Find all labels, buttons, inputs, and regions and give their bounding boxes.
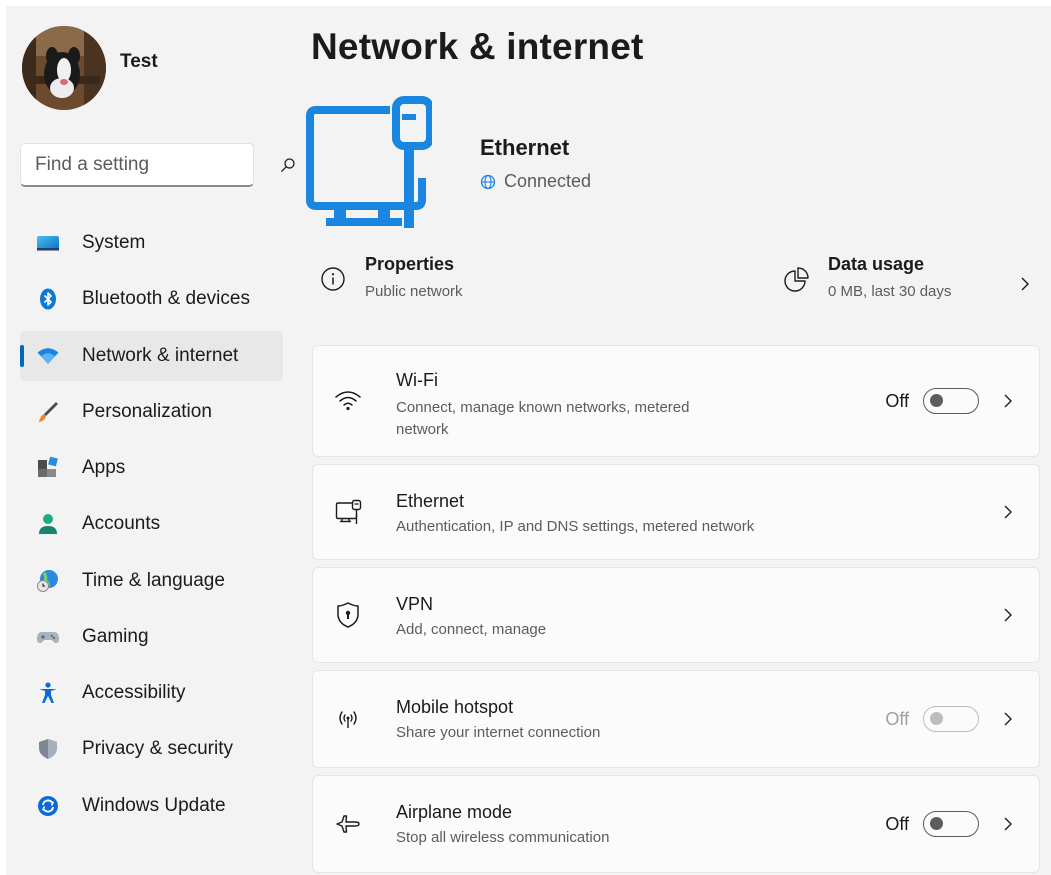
connection-status: Connected	[480, 171, 591, 192]
ethernet-hero: Ethernet Connected	[306, 94, 591, 233]
sidebar-item-personalization[interactable]: Personalization	[20, 387, 283, 437]
data-usage-title: Data usage	[828, 254, 925, 274]
sidebar-item-label: Bluetooth & devices	[82, 288, 250, 310]
wifi-title: Wi-Fi	[396, 370, 438, 390]
sidebar-item-label: System	[82, 232, 146, 253]
vpn-card[interactable]: VPN Add, connect, manage	[312, 567, 1040, 663]
sidebar-item-label: Personalization	[82, 400, 212, 422]
sidebar-item-label: Gaming	[82, 625, 149, 647]
airplane-toggle-group: Off	[885, 811, 979, 837]
ethernet-monitor-icon	[306, 94, 434, 233]
bluetooth-icon	[36, 287, 60, 311]
gamepad-icon	[36, 625, 60, 649]
toggle-knob	[930, 394, 943, 407]
sidebar-item-network[interactable]: Network & internet	[20, 330, 283, 381]
user-profile[interactable]: Test	[22, 26, 158, 110]
apps-icon	[36, 456, 60, 480]
update-icon	[36, 794, 60, 818]
sidebar-item-accounts[interactable]: Accounts	[20, 499, 283, 549]
sidebar-item-label: Windows Update	[82, 794, 226, 816]
chevron-right-icon[interactable]	[1001, 502, 1015, 522]
settings-window: Test System Bluetooth & devices Network …	[6, 6, 1051, 875]
info-icon	[318, 264, 348, 294]
hotspot-toggle[interactable]	[923, 706, 979, 732]
airplane-title: Airplane mode	[396, 802, 513, 822]
accessibility-icon	[36, 681, 60, 705]
hotspot-toggle-group: Off	[885, 706, 979, 732]
chevron-right-icon[interactable]	[1018, 274, 1032, 294]
airplane-toggle[interactable]	[923, 811, 979, 837]
wifi-toggle-group: Off	[885, 388, 979, 414]
sidebar-item-label: Network & internet	[82, 344, 239, 366]
sidebar-item-apps[interactable]: Apps	[20, 443, 283, 493]
chevron-right-icon[interactable]	[1001, 709, 1015, 729]
profile-name: Test	[120, 51, 158, 72]
person-icon	[36, 512, 60, 536]
hotspot-subtitle: Share your internet connection	[396, 724, 601, 741]
search-input[interactable]	[35, 153, 280, 176]
sidebar-item-system[interactable]: System	[20, 218, 283, 268]
page-title: Network & internet	[311, 26, 644, 67]
wifi-icon	[333, 386, 363, 416]
hotspot-title: Mobile hotspot	[396, 697, 514, 717]
airplane-mode-card[interactable]: Airplane mode Stop all wireless communic…	[312, 775, 1040, 873]
globe-clock-icon	[36, 569, 60, 593]
monitor-icon	[36, 231, 60, 255]
chevron-right-icon[interactable]	[1001, 605, 1015, 625]
sidebar-item-accessibility[interactable]: Accessibility	[20, 668, 283, 718]
data-usage-link[interactable]: Data usage 0 MB, last 30 days	[782, 252, 951, 300]
sidebar-item-label: Privacy & security	[82, 738, 233, 760]
shield-icon	[36, 737, 60, 761]
sidebar-item-label: Time & language	[82, 569, 225, 591]
airplane-toggle-label: Off	[885, 813, 909, 834]
sidebar-item-privacy[interactable]: Privacy & security	[20, 724, 283, 774]
airplane-icon	[333, 809, 363, 839]
wifi-subtitle: Connect, manage known networks, metered …	[396, 397, 690, 441]
pie-chart-icon	[782, 264, 812, 294]
properties-link[interactable]: Properties Public network	[318, 252, 463, 300]
data-usage-subtitle: 0 MB, last 30 days	[828, 283, 952, 300]
search-icon[interactable]	[280, 156, 296, 174]
avatar	[22, 26, 106, 110]
sidebar-item-label: Apps	[82, 457, 126, 478]
brush-icon	[36, 400, 60, 424]
chevron-right-icon[interactable]	[1001, 391, 1015, 411]
sidebar-item-gaming[interactable]: Gaming	[20, 612, 283, 662]
wifi-card[interactable]: Wi-Fi Connect, manage known networks, me…	[312, 345, 1040, 457]
properties-subtitle: Public network	[365, 283, 463, 300]
wifi-subtitle-line1: Connect, manage known networks, metered	[396, 399, 690, 416]
toggle-knob	[930, 817, 943, 830]
wifi-subtitle-line2: network	[396, 421, 449, 438]
ethernet-icon	[333, 497, 363, 527]
hotspot-toggle-label: Off	[885, 708, 909, 729]
mobile-hotspot-card[interactable]: Mobile hotspot Share your internet conne…	[312, 670, 1040, 768]
hero-title: Ethernet	[480, 135, 570, 160]
airplane-subtitle: Stop all wireless communication	[396, 829, 610, 846]
chevron-right-icon[interactable]	[1001, 814, 1015, 834]
globe-icon	[480, 174, 496, 190]
summary-row: Properties Public network Data usage 0 M…	[318, 252, 1038, 316]
wifi-toggle-label: Off	[885, 390, 909, 411]
vpn-subtitle: Add, connect, manage	[396, 621, 547, 638]
connection-status-text: Connected	[504, 171, 592, 191]
sidebar-item-time-language[interactable]: Time & language	[20, 556, 283, 606]
vpn-title: VPN	[396, 594, 434, 614]
sidebar-item-bluetooth[interactable]: Bluetooth & devices	[20, 274, 283, 324]
toggle-knob	[930, 712, 943, 725]
hotspot-icon	[333, 704, 363, 734]
sidebar-nav: System Bluetooth & devices Network & int…	[20, 218, 283, 837]
wifi-icon	[36, 344, 60, 368]
ethernet-subtitle: Authentication, IP and DNS settings, met…	[396, 518, 755, 535]
sidebar-item-label: Accessibility	[82, 682, 186, 703]
sidebar-item-label: Accounts	[82, 513, 161, 535]
properties-title: Properties	[365, 254, 455, 274]
wifi-toggle[interactable]	[923, 388, 979, 414]
vpn-shield-icon	[333, 600, 363, 630]
ethernet-card[interactable]: Ethernet Authentication, IP and DNS sett…	[312, 464, 1040, 560]
sidebar-item-windows-update[interactable]: Windows Update	[20, 781, 283, 831]
search-box[interactable]	[20, 143, 295, 187]
ethernet-title: Ethernet	[396, 491, 465, 511]
